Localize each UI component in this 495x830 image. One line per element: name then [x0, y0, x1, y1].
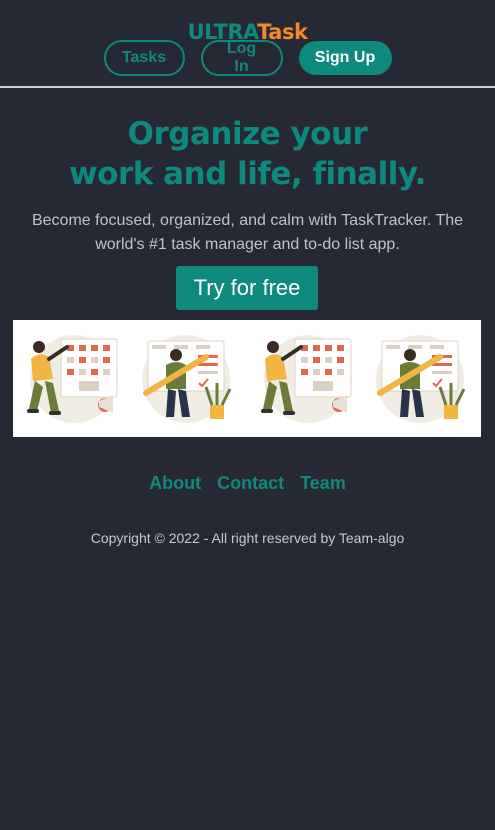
hero-title-line1: Organize your — [127, 116, 368, 152]
signup-button[interactable]: Sign Up — [298, 41, 392, 75]
man-pencil-illustration — [142, 334, 232, 423]
woman-checklist-illustration — [27, 334, 118, 423]
hero-subtitle: Become focused, organized, and calm with… — [31, 212, 464, 253]
illustration-banner — [13, 320, 481, 437]
footer-link-about[interactable]: About — [149, 473, 201, 494]
site-header: ULTRATask Tasks Log In Sign Up — [0, 0, 495, 88]
top-nav: Tasks Log In Sign Up — [0, 40, 495, 76]
footer-link-contact[interactable]: Contact — [217, 473, 284, 494]
woman-checklist-illustration — [261, 334, 352, 423]
tasks-button[interactable]: Tasks — [103, 40, 185, 76]
footer-link-team[interactable]: Team — [300, 473, 346, 494]
hero-title-line2: work and life, finally. — [69, 156, 426, 192]
footer-nav: About Contact Team — [0, 473, 495, 494]
try-free-button[interactable]: Try for free — [176, 266, 318, 310]
man-pencil-illustration — [376, 334, 466, 423]
login-button[interactable]: Log In — [200, 40, 283, 76]
hero-title: Organize your work and life, finally. — [0, 114, 495, 194]
copyright-text: Copyright © 2022 - All right reserved by… — [90, 530, 405, 546]
